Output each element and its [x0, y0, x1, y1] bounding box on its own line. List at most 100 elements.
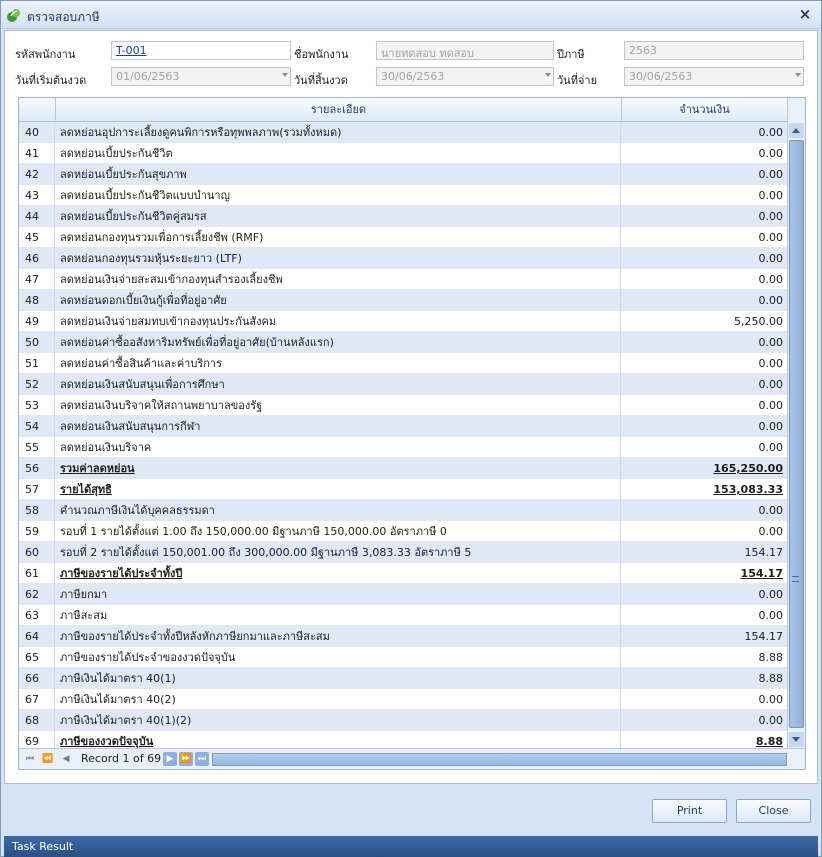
description-cell[interactable]: ลดหย่อนเงินจ่ายสะสมเข้ากองทุนสำรองเลี้ยง…	[56, 269, 621, 290]
description-cell[interactable]: ลดหย่อนดอกเบี้ยเงินกู้เพื่อที่อยู่อาศัย	[56, 290, 621, 311]
table-row[interactable]: 62 ภาษียกมา 0.00	[19, 584, 787, 605]
amount-column-header[interactable]: จำนวนเงิน	[622, 98, 787, 122]
description-cell[interactable]: รอบที่ 2 รายได้ตั้งแต่ 150,001.00 ถึง 30…	[56, 542, 621, 563]
next-record-icon[interactable]: ▶	[163, 752, 177, 766]
table-row[interactable]: 46 ลดหย่อนกองทุนรวมหุ้นระยะยาว (LTF) 0.00	[19, 248, 787, 269]
row-number-header[interactable]	[19, 98, 56, 122]
description-cell[interactable]: รอบที่ 1 รายได้ตั้งแต่ 1.00 ถึง 150,000.…	[56, 521, 621, 542]
table-row[interactable]: 57 รายได้สุทธิ 153,083.33	[19, 479, 787, 500]
amount-cell[interactable]: 0.00	[622, 269, 786, 290]
description-cell[interactable]: ลดหย่อนกองทุนรวมหุ้นระยะยาว (LTF)	[56, 248, 621, 269]
amount-cell[interactable]: 0.00	[622, 164, 786, 185]
table-row[interactable]: 61 ภาษีของรายได้ประจำทั้งปี 154.17	[19, 563, 787, 584]
description-cell[interactable]: ลดหย่อนเบี้ยประกันชีวิต	[56, 143, 621, 164]
amount-cell[interactable]: 165,250.00	[622, 458, 786, 479]
next-page-icon[interactable]: ⏩	[179, 752, 193, 766]
amount-cell[interactable]: 8.88	[622, 647, 786, 668]
table-row[interactable]: 40 ลดหย่อนอุปการะเลี้ยงดูคนพิการหรือทุพพล…	[19, 122, 787, 143]
desc-column-header[interactable]: รายละเอียด	[56, 98, 622, 122]
amount-cell[interactable]: 0.00	[622, 710, 786, 731]
chevron-down-icon[interactable]	[795, 73, 801, 77]
amount-cell[interactable]: 0.00	[622, 605, 786, 626]
description-cell[interactable]: ภาษีของรายได้ประจำทั้งปี	[56, 563, 621, 584]
description-cell[interactable]: ลดหย่อนค่าซื้ออสังหาริมทรัพย์เพื่อที่อยู…	[56, 332, 621, 353]
scroll-thumb[interactable]	[789, 140, 804, 728]
amount-cell[interactable]: 8.88	[622, 668, 786, 689]
table-row[interactable]: 64 ภาษีของรายได้ประจำทั้งปีหลังหักภาษียกม…	[19, 626, 787, 647]
table-row[interactable]: 42 ลดหย่อนเบี้ยประกันสุขภาพ 0.00	[19, 164, 787, 185]
pay-date-dropdown[interactable]: 30/06/2563	[624, 67, 804, 86]
description-cell[interactable]: ลดหย่อนเงินสนับสนุนเพื่อการศึกษา	[56, 374, 621, 395]
horizontal-scrollbar[interactable]	[212, 753, 787, 766]
end-date-dropdown[interactable]: 30/06/2563	[376, 67, 554, 86]
table-row[interactable]: 66 ภาษีเงินได้มาตรา 40(1) 8.88	[19, 668, 787, 689]
table-row[interactable]: 67 ภาษีเงินได้มาตรา 40(2) 0.00	[19, 689, 787, 710]
table-row[interactable]: 51 ลดหย่อนค่าซื้อสินค้าและค่าบริการ 0.00	[19, 353, 787, 374]
description-cell[interactable]: ลดหย่อนเงินสนับสนุนการกีฬา	[56, 416, 621, 437]
amount-cell[interactable]: 0.00	[622, 122, 786, 143]
description-cell[interactable]: ภาษีเงินได้มาตรา 40(1)(2)	[56, 710, 621, 731]
amount-cell[interactable]: 0.00	[622, 374, 786, 395]
amount-cell[interactable]: 0.00	[622, 521, 786, 542]
amount-cell[interactable]: 0.00	[622, 416, 786, 437]
table-row[interactable]: 59 รอบที่ 1 รายได้ตั้งแต่ 1.00 ถึง 150,00…	[19, 521, 787, 542]
description-cell[interactable]: ภาษียกมา	[56, 584, 621, 605]
amount-cell[interactable]: 0.00	[622, 290, 786, 311]
description-cell[interactable]: ลดหย่อนค่าซื้อสินค้าและค่าบริการ	[56, 353, 621, 374]
chevron-down-icon[interactable]	[545, 73, 551, 77]
emp-name-field[interactable]: นายทดสอบ ทดสอบ	[376, 41, 554, 60]
vertical-scrollbar[interactable]	[787, 98, 805, 749]
amount-cell[interactable]: 154.17	[622, 542, 786, 563]
table-row[interactable]: 56 รวมค่าลดหย่อน 165,250.00	[19, 458, 787, 479]
first-record-icon[interactable]: ⏮	[23, 752, 37, 766]
prev-page-icon[interactable]: ⏪	[41, 752, 55, 766]
amount-cell[interactable]: 0.00	[622, 206, 786, 227]
table-row[interactable]: 49 ลดหย่อนเงินจ่ายสมทบเข้ากองทุนประกันสัง…	[19, 311, 787, 332]
description-cell[interactable]: ลดหย่อนกองทุนรวมเพื่อการเลี้ยงชีพ (RMF)	[56, 227, 621, 248]
table-row[interactable]: 68 ภาษีเงินได้มาตรา 40(1)(2) 0.00	[19, 710, 787, 731]
description-cell[interactable]: ภาษีเงินได้มาตรา 40(2)	[56, 689, 621, 710]
amount-cell[interactable]: 0.00	[622, 332, 786, 353]
amount-cell[interactable]: 5,250.00	[622, 311, 786, 332]
start-date-dropdown[interactable]: 01/06/2563	[111, 67, 291, 86]
table-row[interactable]: 63 ภาษีสะสม 0.00	[19, 605, 787, 626]
description-cell[interactable]: ภาษีของรายได้ประจำทั้งปีหลังหักภาษียกมาแ…	[56, 626, 621, 647]
last-record-icon[interactable]: ⏭	[195, 752, 209, 766]
table-row[interactable]: 65 ภาษีของรายได้ประจำของงวดปัจจุบัน 8.88	[19, 647, 787, 668]
prev-record-icon[interactable]: ◀	[59, 752, 73, 766]
close-button[interactable]: Close	[736, 799, 811, 823]
table-row[interactable]: 52 ลดหย่อนเงินสนับสนุนเพื่อการศึกษา 0.00	[19, 374, 787, 395]
table-row[interactable]: 53 ลดหย่อนเงินบริจาคให้สถานพยาบาลของรัฐ 0.…	[19, 395, 787, 416]
description-cell[interactable]: ภาษีสะสม	[56, 605, 621, 626]
amount-cell[interactable]: 0.00	[622, 689, 786, 710]
amount-cell[interactable]: 153,083.33	[622, 479, 786, 500]
table-row[interactable]: 45 ลดหย่อนกองทุนรวมเพื่อการเลี้ยงชีพ (RMF…	[19, 227, 787, 248]
description-cell[interactable]: รวมค่าลดหย่อน	[56, 458, 621, 479]
print-button[interactable]: Print	[652, 799, 727, 823]
table-row[interactable]: 41 ลดหย่อนเบี้ยประกันชีวิต 0.00	[19, 143, 787, 164]
amount-cell[interactable]: 0.00	[622, 584, 786, 605]
description-cell[interactable]: ภาษีเงินได้มาตรา 40(1)	[56, 668, 621, 689]
emp-code-field[interactable]: T-001	[111, 41, 291, 60]
table-row[interactable]: 50 ลดหย่อนค่าซื้ออสังหาริมทรัพย์เพื่อที่อ…	[19, 332, 787, 353]
amount-cell[interactable]: 0.00	[622, 437, 786, 458]
description-cell[interactable]: คำนวณภาษีเงินได้บุคคลธรรมดา	[56, 500, 621, 521]
amount-cell[interactable]: 0.00	[622, 143, 786, 164]
tax-year-field[interactable]: 2563	[624, 41, 804, 60]
table-row[interactable]: 43 ลดหย่อนเบี้ยประกันชีวิตแบบบำนาญ 0.00	[19, 185, 787, 206]
amount-cell[interactable]: 154.17	[622, 563, 786, 584]
task-result-bar[interactable]: Task Result	[4, 836, 818, 857]
amount-cell[interactable]: 0.00	[622, 395, 786, 416]
table-row[interactable]: 54 ลดหย่อนเงินสนับสนุนการกีฬา 0.00	[19, 416, 787, 437]
description-cell[interactable]: รายได้สุทธิ	[56, 479, 621, 500]
description-cell[interactable]: ลดหย่อนเงินจ่ายสมทบเข้ากองทุนประกันสังคม	[56, 311, 621, 332]
amount-cell[interactable]: 0.00	[622, 185, 786, 206]
table-row[interactable]: 48 ลดหย่อนดอกเบี้ยเงินกู้เพื่อที่อยู่อาศั…	[19, 290, 787, 311]
title-bar[interactable]: ตรวจสอบภาษี ×	[1, 1, 821, 29]
description-cell[interactable]: ลดหย่อนเงินบริจาคให้สถานพยาบาลของรัฐ	[56, 395, 621, 416]
table-row[interactable]: 44 ลดหย่อนเบี้ยประกันชีวิตคู่สมรส 0.00	[19, 206, 787, 227]
amount-cell[interactable]: 0.00	[622, 227, 786, 248]
table-row[interactable]: 55 ลดหย่อนเงินบริจาค 0.00	[19, 437, 787, 458]
table-row[interactable]: 47 ลดหย่อนเงินจ่ายสะสมเข้ากองทุนสำรองเลี้…	[19, 269, 787, 290]
table-row[interactable]: 58 คำนวณภาษีเงินได้บุคคลธรรมดา 0.00	[19, 500, 787, 521]
